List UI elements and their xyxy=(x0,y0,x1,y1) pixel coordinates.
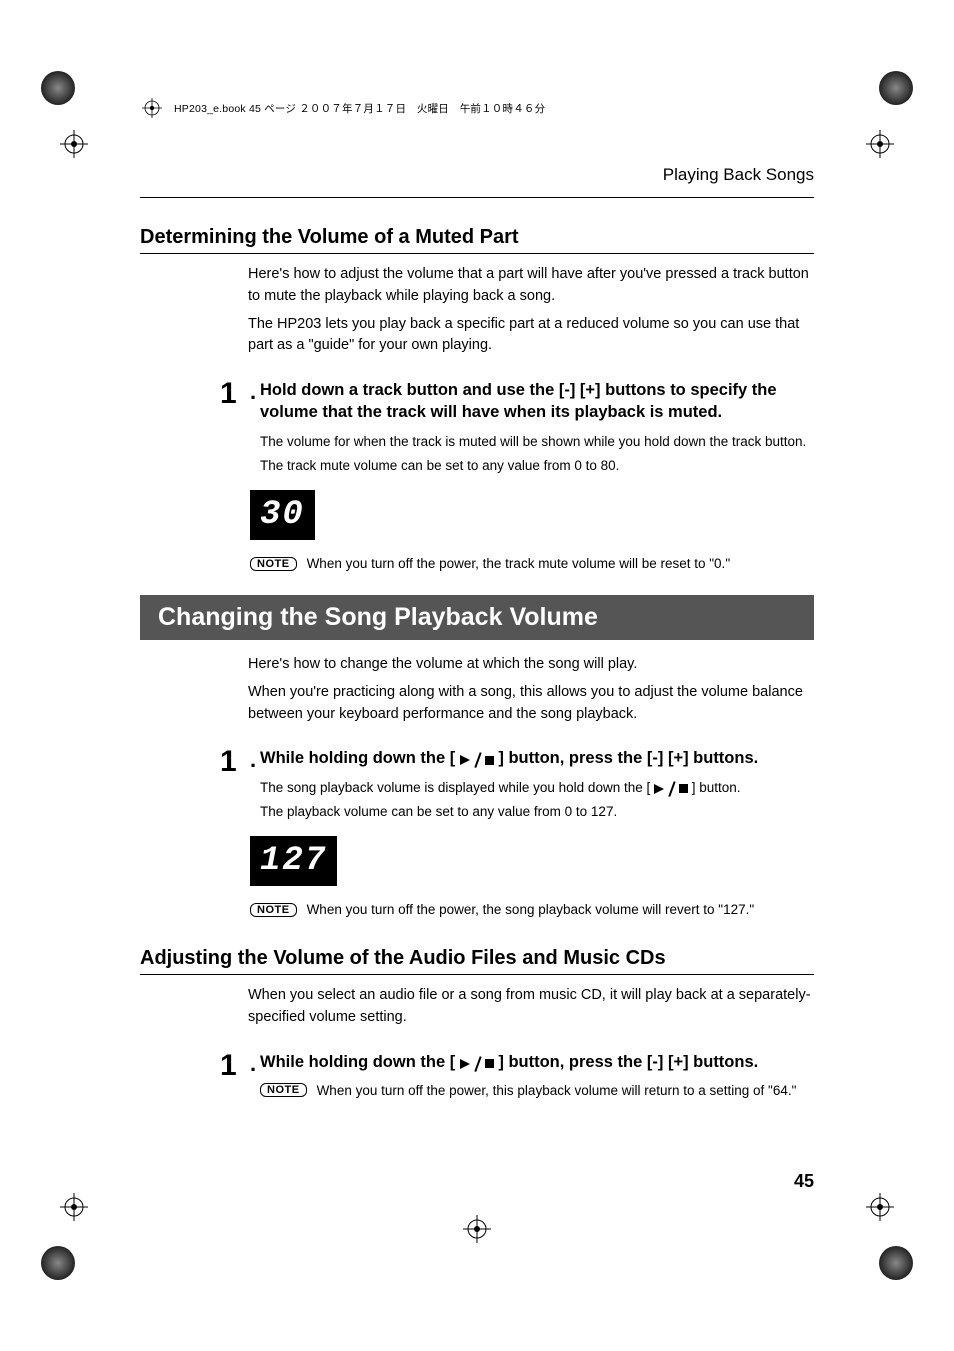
step-number: 1 xyxy=(220,1051,250,1081)
body-text: The HP203 lets you play back a specific … xyxy=(248,314,814,358)
body-text: When you select an audio file or a song … xyxy=(248,985,814,1029)
body-text: The volume for when the track is muted w… xyxy=(260,432,814,452)
step-heading: While holding down the [ ] button, press… xyxy=(260,747,814,769)
corner-swatch-tl xyxy=(40,70,76,106)
file-header: HP203_e.book 45 ページ ２００７年７月１７日 火曜日 午前１０時… xyxy=(140,96,545,120)
play-stop-icon xyxy=(654,782,688,796)
body-text: When you're practicing along with a song… xyxy=(248,682,814,726)
note-label: NOTE xyxy=(250,903,297,917)
body-text: The playback volume can be set to any va… xyxy=(260,802,814,822)
lcd-display: 30 xyxy=(250,490,315,540)
lcd-value: 127 xyxy=(260,842,327,880)
corner-swatch-bl xyxy=(40,1245,76,1281)
section-band-playback-volume: Changing the Song Playback Volume xyxy=(140,595,814,640)
lcd-value: 30 xyxy=(260,496,305,534)
step-number: 1 xyxy=(220,379,250,409)
body-text: Here's how to change the volume at which… xyxy=(248,654,814,676)
section-heading-audio-cd-volume: Adjusting the Volume of the Audio Files … xyxy=(140,947,814,975)
divider xyxy=(140,197,814,198)
reg-mark xyxy=(866,1193,894,1221)
step-heading: Hold down a track button and use the [-]… xyxy=(260,379,814,424)
note-text: When you turn off the power, this playba… xyxy=(317,1083,797,1098)
reg-mark xyxy=(60,1193,88,1221)
corner-swatch-tr xyxy=(878,70,914,106)
corner-swatch-br xyxy=(878,1245,914,1281)
file-header-text: HP203_e.book 45 ページ ２００７年７月１７日 火曜日 午前１０時… xyxy=(174,101,545,116)
reg-mark xyxy=(463,1215,491,1243)
play-stop-icon xyxy=(460,1057,494,1071)
body-text: The track mute volume can be set to any … xyxy=(260,456,814,476)
body-text: Here's how to adjust the volume that a p… xyxy=(248,264,814,308)
note-label: NOTE xyxy=(260,1083,307,1097)
step-dot: . xyxy=(250,1051,260,1077)
section-heading-mute-volume: Determining the Volume of a Muted Part xyxy=(140,226,814,254)
lcd-display: 127 xyxy=(250,836,337,886)
step-dot: . xyxy=(250,747,260,773)
step-heading: While holding down the [ ] button, press… xyxy=(260,1051,814,1073)
chapter-title: Playing Back Songs xyxy=(140,165,814,185)
note-label: NOTE xyxy=(250,557,297,571)
note-text: When you turn off the power, the track m… xyxy=(307,556,731,571)
page-number: 45 xyxy=(794,1171,814,1192)
step-number: 1 xyxy=(220,747,250,777)
step-dot: . xyxy=(250,379,260,405)
play-stop-icon xyxy=(460,753,494,767)
body-text: The song playback volume is displayed wh… xyxy=(260,778,814,798)
reg-mark xyxy=(60,130,88,158)
note-text: When you turn off the power, the song pl… xyxy=(307,902,755,917)
reg-mark-icon xyxy=(140,96,164,120)
reg-mark xyxy=(866,130,894,158)
